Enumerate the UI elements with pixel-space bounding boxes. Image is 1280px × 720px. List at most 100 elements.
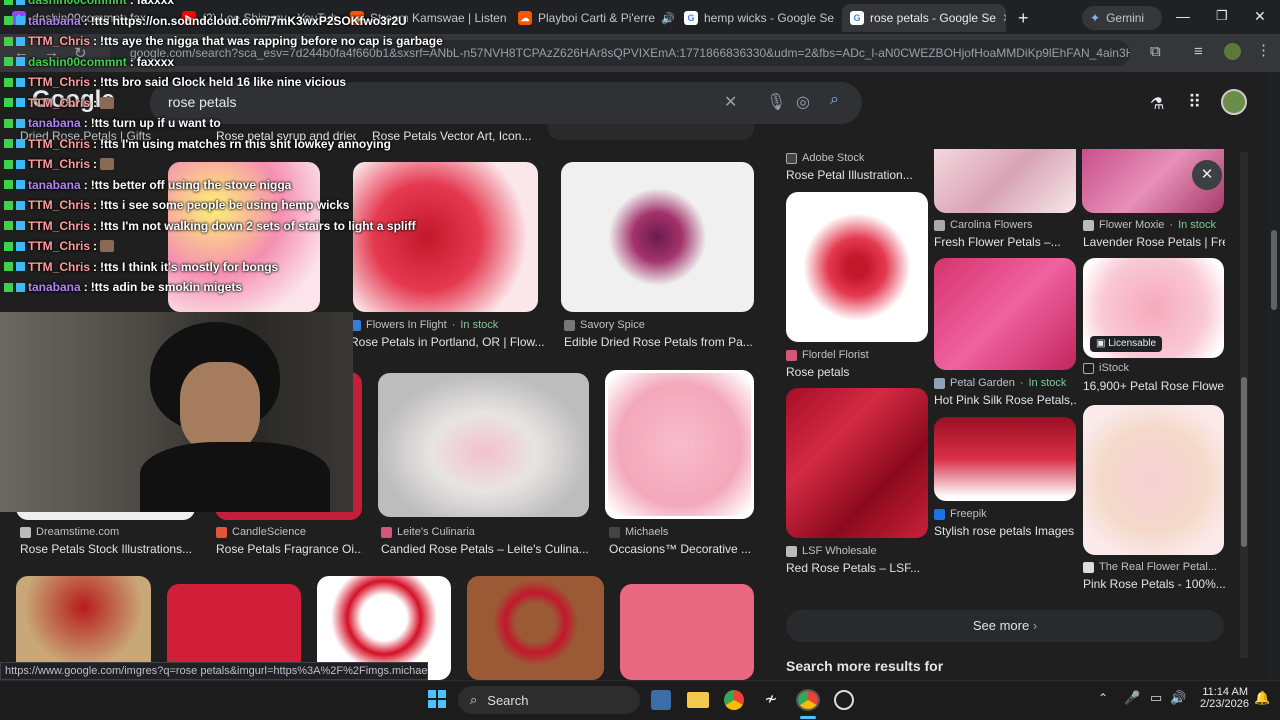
notification-bell-icon[interactable]: 🔔 [1254, 690, 1270, 706]
chat-username[interactable]: TTM_Chris [28, 157, 90, 171]
chat-username[interactable]: TTM_Chris [28, 260, 90, 274]
clear-search-icon[interactable]: ✕ [724, 92, 737, 112]
see-more-button[interactable]: See more › [786, 610, 1224, 642]
chat-username[interactable]: tanabana [28, 178, 81, 192]
result-title[interactable]: Lavender Rose Petals | Fres... [1083, 235, 1225, 249]
result-title[interactable]: Pink Rose Petals - 100%... [1083, 577, 1225, 591]
result-title[interactable]: Rose Petals Fragrance Oi... [216, 542, 362, 556]
app-icon[interactable]: ≁ [760, 689, 782, 711]
result-image[interactable] [620, 584, 754, 680]
result-source[interactable]: Savory Spice [564, 319, 645, 331]
chrome-icon[interactable] [724, 690, 744, 710]
taskbar-search[interactable]: ⌕ Search [458, 686, 640, 714]
store-icon[interactable] [651, 690, 671, 710]
result-image[interactable] [934, 149, 1076, 213]
result-title[interactable]: Rose petals [786, 365, 926, 379]
close-tab-icon[interactable]: ✕ [1002, 11, 1006, 25]
new-tab-button[interactable]: + [1010, 4, 1034, 32]
account-avatar[interactable] [1221, 89, 1247, 115]
result-source[interactable]: LSF Wholesale [786, 545, 877, 557]
chat-username[interactable]: tanabana [28, 14, 81, 28]
result-title[interactable]: Red Rose Petals – LSF... [786, 561, 926, 575]
result-source[interactable]: Freepik [934, 508, 987, 520]
tab-rose-petals[interactable]: G rose petals - Google Se ✕ [842, 4, 1006, 32]
result-title[interactable]: Occasions™ Decorative ... [609, 542, 754, 556]
profile-avatar[interactable] [1224, 43, 1241, 60]
apps-grid-icon[interactable]: ⠿ [1188, 92, 1201, 113]
chat-username[interactable]: TTM_Chris [28, 198, 90, 212]
result-image[interactable] [467, 576, 604, 680]
result-image[interactable] [934, 417, 1076, 501]
chat-username[interactable]: tanabana [28, 116, 81, 130]
result-title[interactable]: Rose Petals in Portland, OR | Flow... [350, 335, 545, 349]
page-scrollbar-track[interactable] [1268, 72, 1280, 680]
result-title[interactable]: Candied Rose Petals – Leite's Culina... [381, 542, 589, 556]
result-title[interactable]: Rose Petals Stock Illustrations... [20, 542, 196, 556]
result-title[interactable]: 16,900+ Petal Rose Flower... [1083, 379, 1225, 393]
media-controls-icon[interactable]: ≡ [1194, 43, 1203, 60]
chat-username[interactable]: TTM_Chris [28, 34, 90, 48]
chat-message: TTM_Chris: !tts bro said Glock held 16 li… [4, 75, 346, 89]
chat-username[interactable]: TTM_Chris [28, 239, 90, 253]
result-source[interactable]: Adobe Stock [786, 152, 864, 164]
result-title[interactable]: Edible Dried Rose Petals from Pa... [564, 335, 754, 349]
result-image[interactable] [548, 124, 754, 140]
chat-username[interactable]: dashin00commnt [28, 0, 127, 7]
result-title[interactable]: Fresh Flower Petals –... [934, 235, 1074, 249]
page-scrollbar-thumb[interactable] [1271, 230, 1277, 310]
result-image[interactable] [561, 162, 754, 312]
result-source[interactable]: Flordel Florist [786, 349, 869, 361]
search-icon[interactable]: ⌕ [830, 91, 839, 109]
chat-username[interactable]: dashin00commnt [28, 55, 127, 69]
file-explorer-icon[interactable] [687, 692, 709, 708]
microphone-icon[interactable]: 🎙 [766, 92, 786, 112]
result-source[interactable]: Flower Moxie · In stock [1083, 219, 1216, 231]
result-source[interactable]: CandleScience [216, 526, 306, 538]
chat-username[interactable]: TTM_Chris [28, 137, 90, 151]
result-source[interactable]: Dreamstime.com [20, 526, 119, 538]
tray-chevron-up-icon[interactable]: ⌃ [1098, 691, 1108, 705]
volume-icon[interactable]: 🔊 [1170, 690, 1186, 706]
moderator-badge-icon [4, 77, 13, 87]
result-source[interactable]: iStock [1083, 362, 1129, 374]
result-source[interactable]: Flowers In Flight · In stock [350, 319, 498, 331]
chrome-active-icon[interactable] [796, 689, 820, 711]
result-title[interactable]: Rose Petal Illustration... [786, 168, 926, 182]
gemini-button[interactable]: ✦ Gemini [1082, 6, 1162, 30]
chat-username[interactable]: TTM_Chris [28, 75, 90, 89]
chat-username[interactable]: TTM_Chris [28, 96, 90, 110]
tab-soundcloud-2[interactable]: ☁ Playboi Carti & Pi'erre 🔊 ✕ [510, 4, 674, 32]
windows-start-icon[interactable] [428, 690, 446, 708]
menu-icon[interactable]: ⋮ [1256, 41, 1271, 59]
minimize-icon[interactable]: — [1176, 8, 1190, 24]
result-title[interactable]: Stylish rose petals Images ... [934, 524, 1076, 538]
close-window-icon[interactable]: ✕ [1254, 8, 1266, 25]
result-source[interactable]: Carolina Flowers [934, 219, 1033, 231]
extensions-icon[interactable]: ⧉ [1150, 43, 1161, 60]
close-panel-icon[interactable]: ✕ [1192, 160, 1222, 190]
result-image[interactable] [605, 370, 754, 519]
lens-icon[interactable]: ◎ [796, 92, 810, 112]
chat-message: TTM_Chris: [4, 239, 115, 253]
chat-username[interactable]: tanabana [28, 280, 81, 294]
network-icon[interactable]: ▭ [1150, 690, 1162, 706]
scrollbar-thumb[interactable] [1241, 377, 1247, 547]
result-title[interactable]: Hot Pink Silk Rose Petals,... [934, 393, 1076, 407]
labs-flask-icon[interactable]: ⚗ [1150, 94, 1164, 114]
result-image[interactable] [786, 192, 928, 342]
maximize-icon[interactable]: ❐ [1216, 8, 1228, 24]
microphone-icon[interactable]: 🎤 [1124, 690, 1140, 706]
result-source[interactable]: Leite's Culinaria [381, 526, 475, 538]
result-image[interactable] [786, 388, 928, 538]
clock[interactable]: 11:14 AM 2/23/2026 [1200, 686, 1249, 710]
result-source[interactable]: Michaels [609, 526, 668, 538]
app-icon-2[interactable] [834, 690, 854, 710]
tab-hemp-wicks[interactable]: G hemp wicks - Google Se ✕ [676, 4, 840, 32]
result-source[interactable]: The Real Flower Petal... [1083, 561, 1217, 573]
panel-scrollbar[interactable] [1240, 152, 1248, 658]
result-image[interactable] [934, 258, 1076, 370]
result-source[interactable]: Petal Garden · In stock [934, 377, 1066, 389]
result-image[interactable] [378, 373, 589, 517]
chat-username[interactable]: TTM_Chris [28, 219, 90, 233]
result-image[interactable] [1083, 405, 1224, 555]
